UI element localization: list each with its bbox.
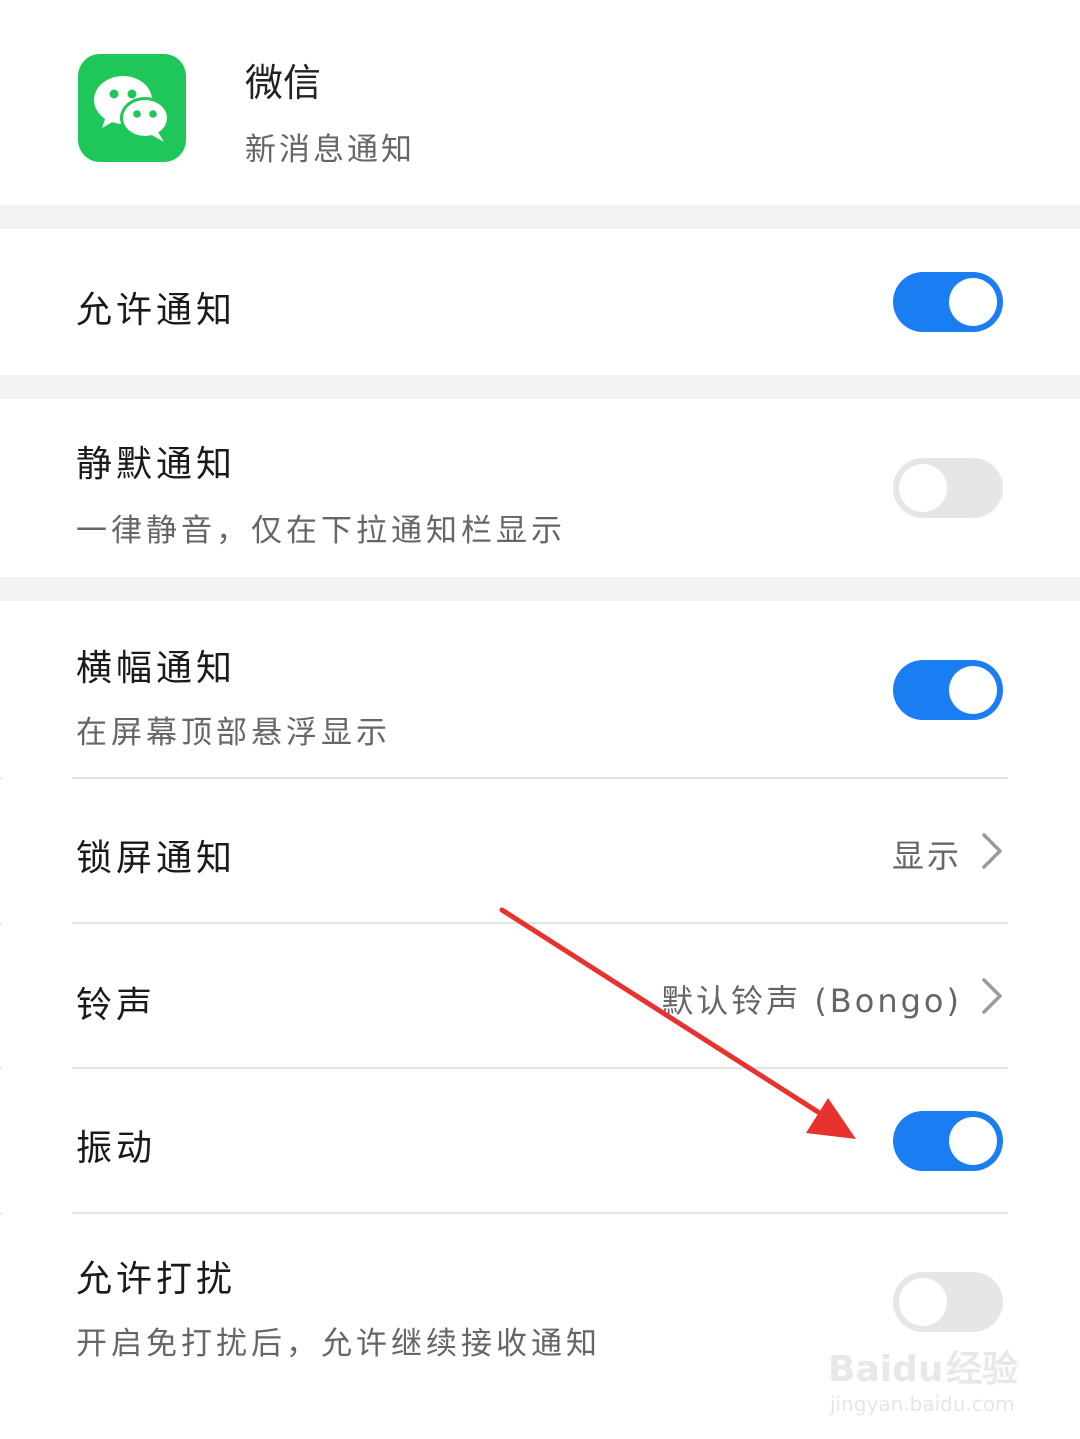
- vibration-toggle[interactable]: [893, 1111, 1003, 1171]
- setting-subtitle: 开启免打扰后，允许继续接收通知: [76, 1326, 601, 1362]
- setting-title: 横幅通知: [76, 648, 237, 689]
- setting-lockscreen-notifications[interactable]: 锁屏通知 显示: [0, 779, 1080, 923]
- chevron-right-icon: [982, 978, 1002, 1014]
- app-header: 微信 新消息通知: [0, 0, 1080, 205]
- setting-allow-notifications[interactable]: 允许通知: [0, 229, 1080, 375]
- setting-title: 锁屏通知: [76, 838, 237, 879]
- setting-title: 允许打扰: [76, 1259, 237, 1300]
- section-gap: [0, 375, 1080, 399]
- setting-banner-notifications[interactable]: 横幅通知 在屏幕顶部悬浮显示: [0, 601, 1080, 778]
- wechat-icon: [78, 54, 186, 162]
- setting-subtitle: 在屏幕顶部悬浮显示: [76, 715, 391, 751]
- setting-title: 静默通知: [76, 444, 237, 485]
- setting-silent-notifications[interactable]: 静默通知 一律静音，仅在下拉通知栏显示: [0, 399, 1080, 577]
- ringtone-value: 默认铃声 (Bongo): [661, 982, 962, 1020]
- app-name: 微信: [245, 61, 322, 105]
- lockscreen-value: 显示: [891, 837, 962, 875]
- section-gap: [0, 205, 1080, 229]
- watermark-brand: Baidu: [828, 1349, 943, 1390]
- allow-interruptions-toggle[interactable]: [893, 1272, 1003, 1332]
- silent-notifications-toggle[interactable]: [893, 458, 1003, 518]
- setting-ringtone[interactable]: 铃声 默认铃声 (Bongo): [0, 924, 1080, 1068]
- setting-title: 振动: [76, 1128, 157, 1169]
- watermark-brand-cn: 经验: [946, 1349, 1018, 1390]
- baidu-watermark-logo: Baidu 经验 jingyan.baidu.com: [828, 1349, 1018, 1416]
- setting-subtitle: 一律静音，仅在下拉通知栏显示: [76, 513, 566, 549]
- toggle-knob: [949, 666, 997, 714]
- toggle-knob: [949, 1117, 997, 1165]
- allow-notifications-toggle[interactable]: [893, 272, 1003, 332]
- section-gap: [0, 577, 1080, 601]
- banner-notifications-toggle[interactable]: [893, 660, 1003, 720]
- toggle-knob: [899, 464, 947, 512]
- app-subtitle: 新消息通知: [245, 132, 415, 168]
- setting-vibration[interactable]: 振动: [0, 1069, 1080, 1213]
- watermark-url: jingyan.baidu.com: [829, 1392, 1015, 1416]
- setting-title: 铃声: [76, 985, 157, 1026]
- toggle-knob: [949, 278, 997, 326]
- setting-title: 允许通知: [76, 290, 237, 331]
- toggle-knob: [899, 1278, 947, 1326]
- chevron-right-icon: [982, 833, 1002, 869]
